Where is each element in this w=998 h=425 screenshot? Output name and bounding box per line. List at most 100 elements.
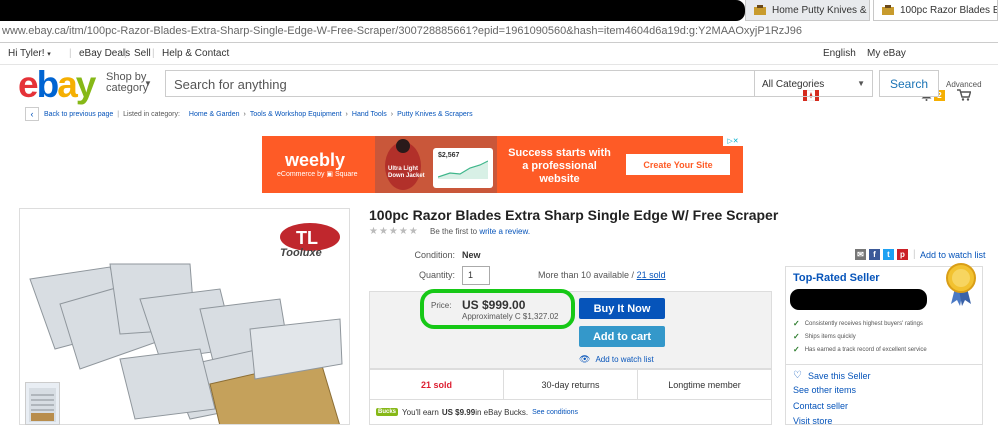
- twitter-icon[interactable]: t: [883, 249, 894, 260]
- ad-card-chart: [438, 160, 488, 179]
- divider: |: [913, 249, 916, 260]
- product-image[interactable]: TL Tooluxe: [19, 208, 350, 425]
- bucks-suffix: in eBay Bucks.: [475, 407, 529, 417]
- ad-cta-button[interactable]: Create Your Site: [626, 154, 730, 175]
- crumb-putty-knives[interactable]: Putty Knives & Scrapers: [397, 111, 472, 118]
- seller-point: ✓ Consistently receives highest buyers' r…: [793, 319, 923, 328]
- ad-image-caption: Ultra Light Down Jacket: [388, 166, 425, 180]
- redacted-tab-area: [0, 0, 745, 21]
- add-to-cart-button[interactable]: Add to cart: [579, 326, 665, 347]
- my-ebay-link[interactable]: My eBay: [867, 48, 906, 59]
- see-conditions-link[interactable]: See conditions: [532, 409, 578, 416]
- share-icons: ✉ f t p |: [855, 249, 916, 260]
- sold-count-link[interactable]: 21 sold: [637, 270, 666, 280]
- search-button[interactable]: Search: [879, 70, 939, 97]
- email-icon[interactable]: ✉: [855, 249, 866, 260]
- rating-stars: ★★★★★: [369, 226, 419, 237]
- facebook-icon[interactable]: f: [869, 249, 880, 260]
- eye-icon: 👁: [579, 354, 591, 364]
- price-highlight-circle: [420, 289, 575, 329]
- browser-tab-razor-blades[interactable]: 100pc Razor Blades Ext: [873, 0, 998, 21]
- check-icon: ✓: [793, 332, 800, 341]
- quantity-input[interactable]: 1: [462, 266, 490, 285]
- heart-icon: ♡: [793, 370, 802, 381]
- check-icon: ✓: [793, 345, 800, 354]
- availability: More than 10 available / 21 sold: [538, 270, 666, 280]
- contact-seller-link[interactable]: Contact seller: [793, 401, 848, 411]
- divider: |: [124, 48, 127, 59]
- buy-it-now-button[interactable]: Buy It Now: [579, 298, 665, 319]
- item-stats: 21 sold 30-day returns Longtime member: [369, 369, 772, 400]
- crumb-home-garden[interactable]: Home & Garden: [189, 111, 240, 118]
- chevron-down-icon: ▼: [144, 79, 152, 88]
- advanced-search-link[interactable]: Advanced: [946, 80, 982, 89]
- top-rated-seller-heading: Top-Rated Seller: [793, 272, 880, 284]
- ebay-deals-link[interactable]: eBay Deals: [79, 48, 130, 59]
- review-prompt: Be the first to write a review.: [430, 227, 530, 236]
- seller-point-text: Consistently receives highest buyers' ra…: [804, 320, 923, 327]
- listed-in-label: Listed in category:: [123, 110, 180, 118]
- condition-label: Condition:: [414, 250, 455, 260]
- help-contact-link[interactable]: Help & Contact: [162, 48, 229, 59]
- availability-text: More than 10 available /: [538, 270, 637, 280]
- seller-point-text: Has earned a track record of excellent s…: [804, 346, 927, 353]
- tab-title: Home Putty Knives & S: [772, 4, 870, 16]
- svg-text:TL: TL: [296, 228, 318, 248]
- search-placeholder: Search for anything: [174, 77, 287, 92]
- add-to-watch-list-link[interactable]: 👁 Add to watch list: [579, 354, 654, 365]
- ad-headline: Success starts with a professional websi…: [508, 147, 611, 185]
- url-text: www.ebay.ca/itm/100pc-Razor-Blades-Extra…: [2, 25, 803, 37]
- back-to-previous-link[interactable]: Back to previous page: [44, 111, 113, 118]
- caption-line: Down Jacket: [388, 173, 425, 179]
- ad-price-card: $2,567: [433, 148, 493, 188]
- browser-tab-putty-knives[interactable]: Home Putty Knives & S ×: [745, 0, 870, 21]
- brand-logo-text: Tooluxe: [280, 247, 322, 259]
- shop-by-category-button[interactable]: Shop by category: [106, 72, 148, 94]
- pinterest-icon[interactable]: p: [897, 249, 908, 260]
- crumb-hand-tools[interactable]: Hand Tools: [352, 111, 387, 118]
- greeting-text: Hi Tyler!: [8, 48, 45, 59]
- crumb-tools-workshop[interactable]: Tools & Workshop Equipment: [250, 111, 342, 118]
- category-select[interactable]: All Categories ▼: [755, 70, 873, 97]
- visit-store-link[interactable]: Visit store: [793, 416, 832, 425]
- ebay-bucks-row: Bucks You'll earn US $9.99 in eBay Bucks…: [369, 400, 772, 425]
- category-select-value: All Categories: [762, 79, 825, 90]
- save-seller-text: Save this Seller: [807, 370, 871, 381]
- quantity-label: Quantity:: [418, 270, 455, 280]
- cart-icon[interactable]: [957, 89, 971, 101]
- redacted-seller-name: [790, 289, 927, 310]
- sell-link[interactable]: Sell: [134, 48, 151, 59]
- review-prefix: Be the first to: [430, 227, 480, 236]
- see-other-items-link[interactable]: See other items: [793, 385, 856, 395]
- condition-value: New: [462, 250, 481, 260]
- ebay-favicon-icon: [882, 5, 894, 15]
- check-icon: ✓: [793, 319, 800, 328]
- member-text: Longtime member: [668, 379, 741, 390]
- address-bar[interactable]: www.ebay.ca/itm/100pc-Razor-Blades-Extra…: [0, 21, 998, 43]
- back-arrow-icon[interactable]: ‹: [25, 107, 39, 121]
- breadcrumb: ‹ Back to previous page | Listed in cate…: [25, 107, 473, 121]
- tab-title: 100pc Razor Blades Ext: [900, 4, 998, 16]
- stat-returns: 30-day returns: [504, 370, 638, 399]
- product-photo: TL Tooluxe: [20, 209, 349, 424]
- language-selector[interactable]: English: [823, 48, 856, 59]
- add-to-watch-list-top-link[interactable]: Add to watch list: [920, 250, 986, 260]
- ebay-favicon-icon: [754, 5, 766, 15]
- seller-point: ✓ Ships items quickly: [793, 332, 856, 341]
- top-rated-seal-icon: [945, 262, 979, 306]
- search-input[interactable]: Search for anything: [165, 70, 755, 97]
- divider: |: [69, 48, 72, 59]
- divider: |: [117, 110, 120, 118]
- adchoices-icon[interactable]: ▷✕: [723, 136, 743, 146]
- ad-card-price: $2,567: [438, 152, 460, 159]
- chevron-right-icon: ›: [345, 110, 348, 118]
- watch-link-text: Add to watch list: [595, 355, 654, 364]
- save-seller-link[interactable]: ♡ Save this Seller: [793, 370, 871, 381]
- global-header: Hi Tyler! ▾ | eBay Deals | Sell | Help &…: [0, 43, 998, 101]
- ebay-logo[interactable]: ebay: [18, 66, 96, 103]
- product-thumbnail[interactable]: [25, 382, 60, 425]
- greeting-menu[interactable]: Hi Tyler! ▾: [8, 48, 51, 59]
- ad-brand-subline: eCommerce by ▣ Square: [277, 171, 358, 178]
- write-review-link[interactable]: write a review.: [479, 227, 530, 236]
- stat-sold: 21 sold: [370, 370, 504, 399]
